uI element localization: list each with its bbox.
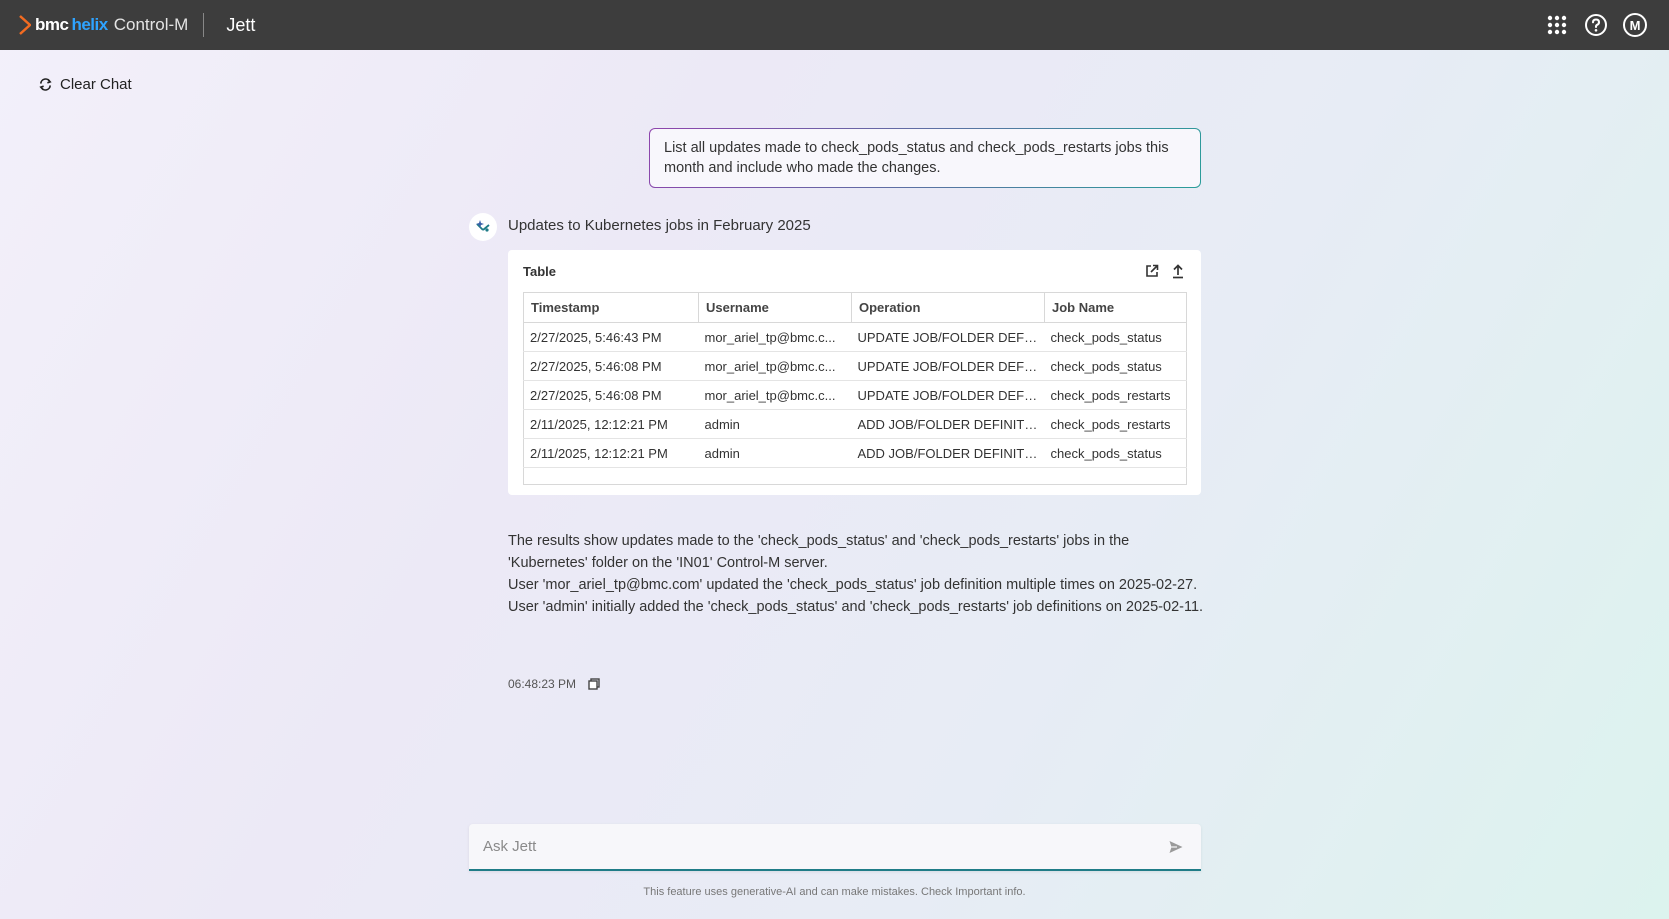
cell-username: admin	[698, 409, 852, 439]
cell-job-name: check_pods_status	[1044, 438, 1187, 468]
table-actions	[1144, 263, 1186, 279]
brand-helix: helix	[71, 15, 108, 34]
table-row: 2/27/2025, 5:46:08 PM mor_ariel_tp@bmc.c…	[523, 351, 1187, 381]
user-message: List all updates made to check_pods_stat…	[649, 128, 1201, 188]
app-name: Jett	[226, 14, 256, 35]
user-avatar[interactable]: M	[1623, 13, 1647, 37]
table-title: Table	[523, 263, 556, 279]
cell-operation: UPDATE JOB/FOLDER DEFIN...	[851, 380, 1045, 410]
table-header-row: Timestamp Username Operation Job Name	[523, 292, 1187, 323]
cell-timestamp: 2/11/2025, 12:12:21 PM	[523, 409, 699, 439]
open-external-icon[interactable]	[1144, 263, 1160, 279]
help-icon[interactable]	[1584, 13, 1608, 37]
summary-line: User 'admin' initially added the 'check_…	[508, 599, 1204, 615]
table-row: 2/27/2025, 5:46:43 PM mor_ariel_tp@bmc.c…	[523, 322, 1187, 352]
response-timestamp: 06:48:23 PM	[508, 677, 577, 691]
cell-timestamp: 2/11/2025, 12:12:21 PM	[523, 438, 699, 468]
cell-job-name: check_pods_status	[1044, 322, 1187, 352]
cell-operation: UPDATE JOB/FOLDER DEFIN...	[851, 322, 1045, 352]
table-empty-row	[524, 468, 1187, 485]
cell-operation: UPDATE JOB/FOLDER DEFIN...	[851, 351, 1045, 381]
cell-username: admin	[698, 438, 852, 468]
column-header-job-name[interactable]: Job Name	[1044, 292, 1187, 323]
top-bar: bmc helix Control-M Jett M	[0, 0, 1669, 50]
column-header-timestamp[interactable]: Timestamp	[523, 292, 699, 323]
brand-bmc: bmc	[35, 15, 69, 34]
table-card-header: Table	[523, 250, 1186, 292]
cell-timestamp: 2/27/2025, 5:46:43 PM	[523, 322, 699, 352]
cell-timestamp: 2/27/2025, 5:46:08 PM	[523, 351, 699, 381]
summary-line: The results show updates made to the 'ch…	[508, 533, 1130, 571]
summary-line: User 'mor_ariel_tp@bmc.com' updated the …	[508, 577, 1198, 593]
table-row: 2/27/2025, 5:46:08 PM mor_ariel_tp@bmc.c…	[523, 380, 1187, 410]
brand-divider	[203, 13, 205, 37]
export-icon[interactable]	[1170, 263, 1186, 279]
clear-chat-label: Clear Chat	[60, 75, 132, 93]
cell-operation: ADD JOB/FOLDER DEFINITION	[851, 438, 1045, 468]
table-row: 2/11/2025, 12:12:21 PM admin ADD JOB/FOL…	[523, 438, 1187, 468]
ask-jett-input[interactable]	[483, 838, 1165, 855]
clear-chat-button[interactable]: Clear Chat	[38, 73, 132, 95]
refresh-icon	[39, 77, 52, 91]
copy-icon[interactable]	[588, 678, 600, 690]
brand-product: Control-M	[113, 15, 189, 34]
response-heading: Updates to Kubernetes jobs in February 2…	[508, 217, 811, 234]
column-header-username[interactable]: Username	[698, 292, 852, 323]
response-meta: 06:48:23 PM	[508, 677, 600, 691]
ask-jett-box	[469, 824, 1201, 871]
cell-username: mor_ariel_tp@bmc.c...	[698, 380, 852, 410]
cell-timestamp: 2/27/2025, 5:46:08 PM	[523, 380, 699, 410]
cell-username: mor_ariel_tp@bmc.c...	[698, 351, 852, 381]
send-button[interactable]	[1165, 836, 1187, 858]
results-table: Timestamp Username Operation Job Name 2/…	[523, 292, 1187, 485]
cell-operation: ADD JOB/FOLDER DEFINITION	[851, 409, 1045, 439]
cell-username: mor_ariel_tp@bmc.c...	[698, 322, 852, 352]
top-icons: M	[1545, 0, 1647, 50]
apps-grid-icon[interactable]	[1545, 13, 1569, 37]
ai-disclaimer: This feature uses generative-AI and can …	[643, 886, 1026, 898]
cell-job-name: check_pods_status	[1044, 351, 1187, 381]
send-icon	[1169, 840, 1183, 853]
table-row: 2/11/2025, 12:12:21 PM admin ADD JOB/FOL…	[523, 409, 1187, 439]
response-summary: The results show updates made to the 'ch…	[508, 530, 1208, 618]
bmc-logo-icon	[19, 15, 31, 35]
user-message-text: List all updates made to check_pods_stat…	[664, 140, 1169, 176]
results-table-card: Table Timestamp Username Operation Job N…	[508, 250, 1201, 495]
brand[interactable]: bmc helix Control-M	[19, 0, 188, 50]
column-header-operation[interactable]: Operation	[851, 292, 1045, 323]
jett-bot-icon	[469, 213, 497, 241]
cell-job-name: check_pods_restarts	[1044, 380, 1187, 410]
cell-job-name: check_pods_restarts	[1044, 409, 1187, 439]
